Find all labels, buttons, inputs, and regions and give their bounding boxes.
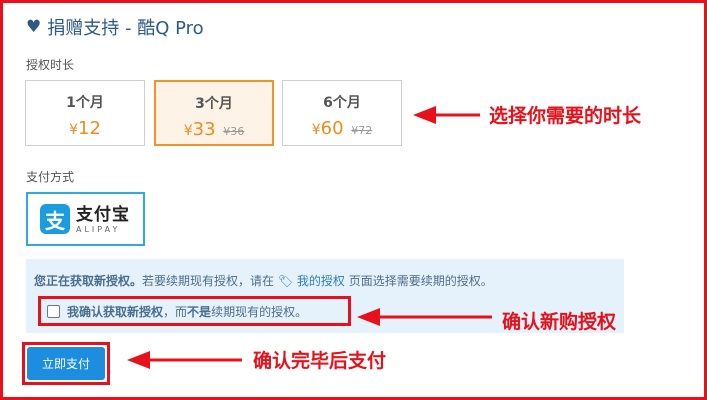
price-value: 33 <box>192 119 216 140</box>
plan-price: ¥12 <box>26 118 144 139</box>
annotation-confirm-new: 确认新购授权 <box>502 311 617 333</box>
confirm-part3: 续期现有的授权。 <box>211 304 308 319</box>
original-price: ¥72 <box>351 124 373 137</box>
confirm-checkbox[interactable] <box>47 304 60 318</box>
heart-icon: ♥ <box>26 17 42 37</box>
notice-before-link: 若要续期现有授权，请在 <box>142 274 275 288</box>
notice-text: 您正在获取新授权。若要续期现有授权，请在 🏷 我的授权 页面选择需要续期的授权。 <box>34 272 493 289</box>
currency-symbol: ¥ <box>183 123 193 139</box>
page-title-text: 捐赠支持 - 酷Q Pro <box>47 18 204 39</box>
plan-option-3-months[interactable]: 3个月 ¥33 ¥36 <box>154 80 274 146</box>
plan-option-6-months[interactable]: 6个月 ¥60 ¥72 <box>282 80 402 146</box>
price-value: 60 <box>320 118 344 139</box>
plan-price: ¥33 ¥36 <box>156 119 272 140</box>
alipay-option[interactable]: 支 支付宝 ALIPAY <box>26 192 145 246</box>
confirm-new-license[interactable]: 我确认获取新授权，而不是续期现有的授权。 <box>38 296 351 326</box>
plan-name: 1个月 <box>66 95 104 111</box>
currency-symbol: ¥ <box>311 122 321 138</box>
duration-label: 授权时长 <box>26 58 75 72</box>
notice-after-link: 页面选择需要续期的授权。 <box>348 274 493 288</box>
confirm-part2: ，而 <box>163 304 188 319</box>
confirm-part2-bold: 不是 <box>187 304 212 319</box>
plan-name: 3个月 <box>195 96 233 112</box>
notice-bold: 您正在获取新授权。 <box>34 274 143 288</box>
page-title: ♥ 捐赠支持 - 酷Q Pro <box>26 14 204 40</box>
original-price: ¥36 <box>223 125 245 138</box>
alipay-name: 支付宝 <box>76 204 130 225</box>
alipay-logo-icon: 支 <box>40 204 70 234</box>
my-license-link[interactable]: 我的授权 <box>297 274 345 288</box>
price-value: 12 <box>78 118 101 139</box>
confirm-part1: 我确认 <box>67 304 104 319</box>
pay-now-button[interactable]: 立即支付 <box>27 347 105 380</box>
tag-icon: 🏷 <box>277 274 294 288</box>
confirm-part1-bold: 获取新授权 <box>103 304 164 319</box>
payment-method-label: 支付方式 <box>26 170 75 184</box>
annotation-pay-after-confirm: 确认完毕后支付 <box>253 350 387 372</box>
plan-option-1-month[interactable]: 1个月 ¥12 <box>25 80 145 146</box>
currency-symbol: ¥ <box>69 122 78 138</box>
plan-name: 6个月 <box>323 95 361 111</box>
alipay-name-en: ALIPAY <box>76 224 121 234</box>
annotation-select-duration: 选择你需要的时长 <box>489 105 642 127</box>
confirm-label: 我确认获取新授权，而不是续期现有的授权。 <box>67 303 307 320</box>
plan-price: ¥60 ¥72 <box>283 118 401 139</box>
